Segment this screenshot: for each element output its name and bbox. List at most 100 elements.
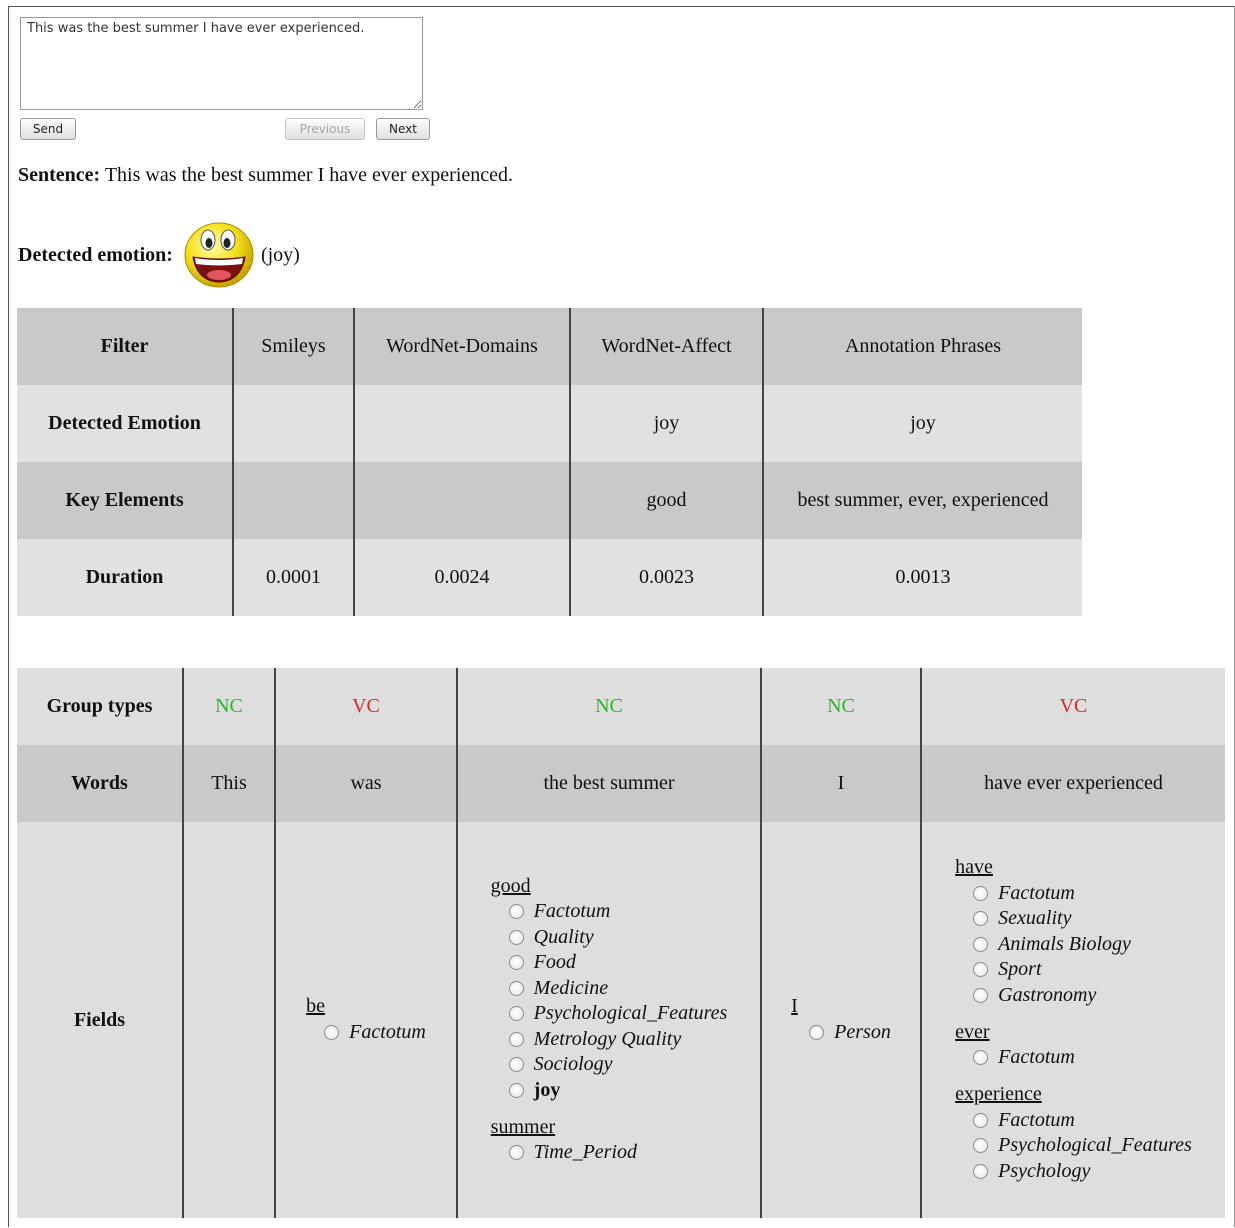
radio-button[interactable] — [508, 904, 524, 920]
radio-button[interactable] — [508, 1031, 524, 1047]
domain-options: Person — [809, 1019, 891, 1045]
domain-option[interactable]: Psychology — [973, 1158, 1192, 1184]
field-word: be — [306, 995, 326, 1018]
laughing-smiley-icon — [184, 222, 254, 288]
domain-option-label: Animals Biology — [998, 932, 1131, 955]
domain-option[interactable]: Gastronomy — [973, 982, 1192, 1008]
domain-option[interactable]: Psychological_Features — [973, 1133, 1192, 1159]
next-button[interactable]: Next — [376, 118, 430, 140]
field-word: ever — [955, 1020, 990, 1043]
domain-option[interactable]: Psychological_Features — [508, 1001, 728, 1027]
group-type-cell: VC — [920, 668, 1225, 745]
sentence-label: Sentence: — [18, 164, 101, 186]
domain-option[interactable]: Metrology Quality — [508, 1026, 728, 1052]
domain-option-label: Sexuality — [998, 907, 1072, 930]
filter-header-row: Filter Smileys WordNet-Domains WordNet-A… — [17, 308, 1082, 385]
table-cell — [353, 385, 570, 462]
radio-button[interactable] — [508, 955, 524, 971]
domain-option-label: Time_Period — [533, 1141, 638, 1164]
radio-button[interactable] — [809, 1024, 825, 1040]
table-cell: 0.0013 — [762, 539, 1082, 616]
radio-button[interactable] — [508, 929, 524, 945]
table-cell: 0.0001 — [232, 539, 354, 616]
domain-options: Factotum — [324, 1019, 426, 1045]
fields-list: good Factotum Quality Food Medicine Psycholog… — [491, 874, 728, 1166]
domain-option[interactable]: Animals Biology — [973, 931, 1192, 957]
group-fields-cell — [182, 822, 275, 1218]
domain-option[interactable]: Factotum — [973, 880, 1192, 906]
group-fields-cell: be Factotum — [274, 822, 457, 1218]
row-label: Group types — [17, 668, 183, 745]
group-words-cell: I — [760, 745, 921, 822]
domain-option-label: Metrology Quality — [533, 1027, 682, 1050]
domain-option[interactable]: Factotum — [508, 899, 728, 925]
domain-option[interactable]: Sport — [973, 957, 1192, 983]
domain-options: Factotum — [973, 1045, 1192, 1071]
domain-option-label: Sport — [998, 958, 1042, 981]
radio-button[interactable] — [508, 1082, 524, 1098]
domain-option-label: Factotum — [349, 1020, 426, 1043]
field-group: good Factotum Quality Food Medicine Psycholog… — [491, 874, 728, 1103]
sentence-line: Sentence: This was the best summer I hav… — [18, 164, 513, 187]
radio-button[interactable] — [973, 987, 989, 1003]
group-fields-cell: have Factotum Sexuality Animals Biology Spor… — [920, 822, 1225, 1218]
table-row: Detected Emotion joy joy — [17, 385, 1082, 462]
group-analysis-table: Group types NC VC NC NC VC Words This was the … — [17, 668, 1225, 1218]
radio-button[interactable] — [508, 980, 524, 996]
domain-option[interactable]: Factotum — [324, 1019, 426, 1045]
field-word: experience — [955, 1083, 1042, 1106]
row-label: Words — [17, 745, 183, 822]
fields-list: be Factotum — [306, 994, 426, 1045]
domain-option[interactable]: joy — [508, 1077, 728, 1103]
radio-button[interactable] — [508, 1006, 524, 1022]
domain-option[interactable]: Sexuality — [973, 906, 1192, 932]
radio-button[interactable] — [973, 1050, 989, 1066]
row-label: Duration — [17, 539, 233, 616]
send-button[interactable]: Send — [20, 118, 76, 140]
row-label: Key Elements — [17, 462, 233, 539]
radio-button[interactable] — [508, 1145, 524, 1161]
fields-row: Fields be Factotum good Factotum Quality Food… — [17, 822, 1225, 1218]
domain-option-label: Factotum — [533, 900, 611, 923]
domain-option-label: Factotum — [998, 881, 1075, 904]
group-words-cell: the best summer — [456, 745, 761, 822]
group-type-cell: VC — [274, 668, 457, 745]
domain-option[interactable]: Medicine — [508, 975, 728, 1001]
header-cell: Smileys — [232, 308, 354, 385]
detected-emotion-label: Detected emotion: — [18, 243, 173, 266]
radio-button[interactable] — [973, 1138, 989, 1154]
radio-button[interactable] — [508, 1057, 524, 1073]
group-words-cell: have ever experienced — [920, 745, 1225, 822]
domain-option-label: Factotum — [998, 1108, 1075, 1131]
previous-button[interactable]: Previous — [285, 118, 365, 140]
table-cell: joy — [569, 385, 763, 462]
radio-button[interactable] — [973, 885, 989, 901]
row-label: Detected Emotion — [17, 385, 233, 462]
domain-option[interactable]: Person — [809, 1019, 891, 1045]
radio-button[interactable] — [973, 936, 989, 952]
domain-option[interactable]: Factotum — [973, 1107, 1192, 1133]
domain-option[interactable]: Food — [508, 950, 728, 976]
table-cell: best summer, ever, experienced — [762, 462, 1082, 539]
radio-button[interactable] — [973, 1112, 989, 1128]
domain-option-label: Psychological_Features — [533, 1002, 728, 1025]
domain-option[interactable]: Sociology — [508, 1052, 728, 1078]
row-label: Fields — [17, 822, 183, 1218]
radio-button[interactable] — [973, 911, 989, 927]
group-words-cell: was — [274, 745, 457, 822]
field-word: good — [490, 874, 531, 897]
sentence-text: This was the best summer I have ever exp… — [104, 164, 514, 186]
field-group: summer Time_Period — [491, 1115, 728, 1166]
domain-option[interactable]: Time_Period — [508, 1140, 728, 1166]
field-word: I — [791, 995, 798, 1018]
words-row: Words This was the best summer Ihave ever e… — [17, 745, 1225, 822]
radio-button[interactable] — [973, 962, 989, 978]
table-cell: 0.0023 — [569, 539, 763, 616]
radio-button[interactable] — [973, 1163, 989, 1179]
radio-button[interactable] — [324, 1024, 340, 1040]
domain-option[interactable]: Quality — [508, 924, 728, 950]
field-word: summer — [490, 1115, 556, 1138]
domain-option[interactable]: Factotum — [973, 1045, 1192, 1071]
field-group: have Factotum Sexuality Animals Biology Spor… — [955, 855, 1192, 1008]
sentence-input[interactable]: This was the best summer I have ever exp… — [20, 17, 423, 110]
